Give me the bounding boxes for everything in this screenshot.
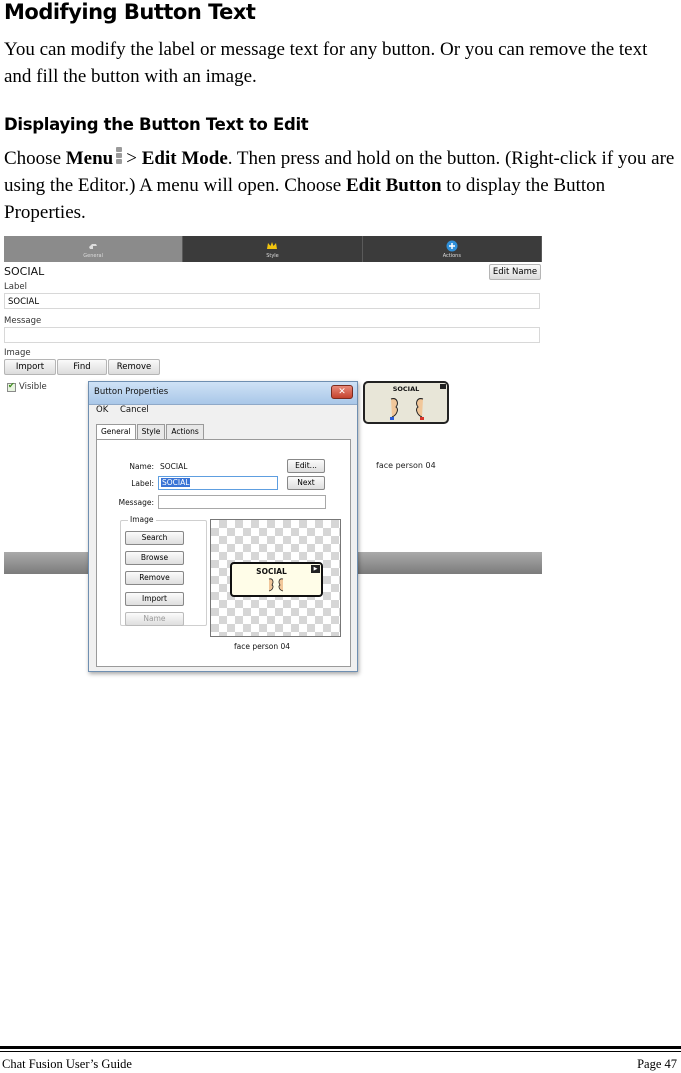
label-field[interactable]: SOCIAL — [4, 293, 540, 309]
browse-button[interactable]: Browse — [125, 551, 184, 565]
plus-circle-icon — [446, 240, 458, 252]
find-button[interactable]: Find — [57, 359, 107, 375]
image-preview-area: SOCIAL ▶ — [210, 519, 341, 637]
label-label: Label: — [131, 479, 154, 488]
visible-checkbox[interactable] — [7, 381, 16, 392]
name-button[interactable]: Name — [125, 612, 184, 626]
face-person-icon — [390, 398, 424, 420]
menu-term: Menu — [65, 148, 114, 169]
button-properties-dialog: Button Properties ✕ OK Cancel General St… — [88, 381, 358, 672]
tab-actions[interactable]: Actions — [166, 424, 204, 439]
gt-symbol: > — [126, 148, 137, 169]
image-caption: face person 04 — [234, 642, 290, 651]
app-tab-style[interactable]: Style — [183, 236, 363, 262]
corner-marker-icon — [440, 384, 446, 389]
remove-button[interactable]: Remove — [108, 359, 160, 375]
footer-page-number: Page 47 — [637, 1057, 677, 1071]
message-field[interactable] — [4, 327, 540, 343]
import-image-button[interactable]: Import — [125, 592, 184, 606]
social-image-preview: SOCIAL ▶ — [230, 562, 323, 597]
app-tab-bar: General Style Actions — [4, 236, 542, 262]
hand-icon — [89, 244, 98, 249]
next-button[interactable]: Next — [287, 476, 325, 490]
social-button-preview[interactable]: SOCIAL — [363, 381, 449, 424]
instructions-paragraph: Choose Menu > Edit Mode. Then press and h… — [4, 145, 678, 226]
message-caption: Message — [4, 316, 42, 326]
face-person-icon — [268, 578, 284, 592]
edit-name-button[interactable]: Edit Name — [489, 264, 541, 280]
footer-rule-thin — [0, 1051, 681, 1052]
image-group-title: Image — [128, 515, 156, 524]
section-subheading: Displaying the Button Text to Edit — [4, 115, 309, 134]
message-label: Message: — [118, 498, 154, 507]
dialog-title: Button Properties — [94, 387, 169, 397]
dialog-ok-menu[interactable]: OK — [96, 405, 108, 415]
dialog-titlebar: Button Properties ✕ — [89, 382, 357, 405]
crown-icon — [267, 242, 278, 249]
close-icon[interactable]: ✕ — [331, 385, 353, 399]
dialog-tabs: General Style Actions — [96, 424, 205, 441]
choose-text: Choose — [4, 148, 61, 169]
button-name-title: SOCIAL — [4, 265, 45, 278]
play-icon: ▶ — [311, 565, 320, 573]
menu-dots-icon — [116, 147, 123, 166]
app-tab-actions[interactable]: Actions — [363, 236, 542, 262]
image-caption: Image — [4, 348, 31, 358]
page-heading: Modifying Button Text — [4, 0, 256, 24]
message-input[interactable] — [158, 495, 326, 509]
visible-label: Visible — [19, 382, 47, 392]
remove-image-button[interactable]: Remove — [125, 571, 184, 585]
preview-caption: face person 04 — [376, 461, 436, 470]
search-button[interactable]: Search — [125, 531, 184, 545]
footer-guide-title: Chat Fusion User’s Guide — [2, 1057, 132, 1071]
edit-mode-term: Edit Mode — [141, 148, 228, 169]
general-pane: Name: SOCIAL Edit... Label: SOCIAL Next … — [96, 439, 351, 667]
name-value: SOCIAL — [160, 462, 188, 471]
app-tab-general[interactable]: General — [4, 236, 184, 262]
import-button[interactable]: Import — [4, 359, 56, 375]
intro-paragraph: You can modify the label or message text… — [4, 39, 648, 87]
footer-rule-thick — [0, 1046, 681, 1049]
label-caption: Label — [4, 282, 27, 292]
name-label: Name: — [129, 462, 154, 471]
dialog-cancel-menu[interactable]: Cancel — [120, 405, 149, 415]
edit-button-term: Edit Button — [345, 175, 442, 196]
edit-button[interactable]: Edit... — [287, 459, 325, 473]
label-input[interactable]: SOCIAL — [158, 476, 278, 490]
tab-style[interactable]: Style — [136, 424, 166, 439]
